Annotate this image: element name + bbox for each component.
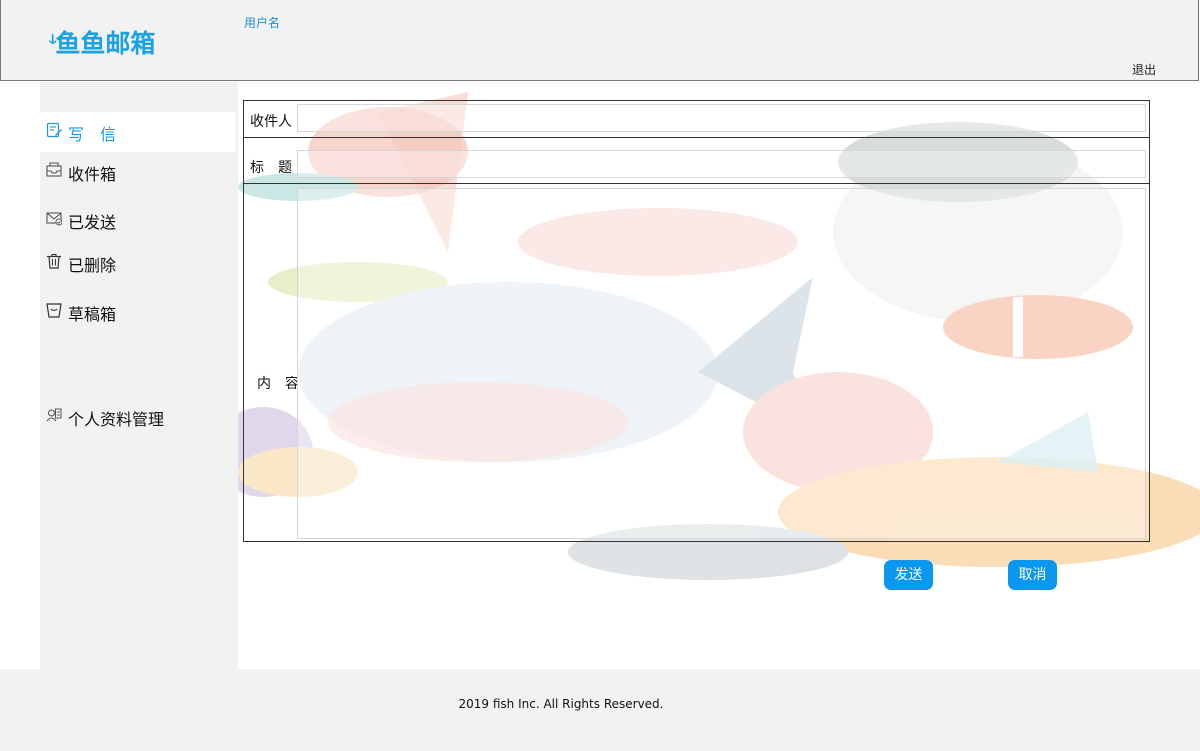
sidebar: 写 信 收件箱 已发送 已删除 草稿箱 个人资料管理 <box>40 82 238 669</box>
content-textarea[interactable] <box>297 188 1146 539</box>
sidebar-item-label: 已发送 <box>68 213 117 232</box>
recipient-label: 收件人 <box>250 114 292 130</box>
username-label: 用户名 <box>244 16 281 30</box>
inbox-envelope-icon <box>46 162 62 177</box>
sidebar-item-label: 收件箱 <box>68 165 117 184</box>
sidebar-item-label: 个人资料管理 <box>68 410 165 429</box>
draft-bin-icon <box>46 303 62 318</box>
sidebar-item-inbox[interactable]: 收件箱 <box>40 152 235 192</box>
page-footer: 2019 fish Inc. All Rights Reserved. <box>0 669 1200 751</box>
recipient-input[interactable] <box>297 104 1146 132</box>
logout-link[interactable]: 退出 <box>1132 61 1156 78</box>
content-label: 内 容 <box>257 376 299 392</box>
compose-form: 收件人 标 题 内 容 <box>243 100 1150 542</box>
form-divider <box>244 137 1149 138</box>
top-header: ↆ鱼鱼邮箱 用户名 退出 <box>0 0 1199 81</box>
app-logo[interactable]: ↆ鱼鱼邮箱 <box>49 24 155 60</box>
sidebar-item-label: 已删除 <box>68 256 117 275</box>
pencil-note-icon <box>46 122 62 138</box>
send-button[interactable]: 发送 <box>884 560 933 590</box>
trash-icon <box>47 253 61 269</box>
profile-card-icon <box>46 408 62 422</box>
sidebar-item-sent[interactable]: 已发送 <box>40 200 235 240</box>
sidebar-item-drafts[interactable]: 草稿箱 <box>40 292 235 332</box>
sidebar-item-deleted[interactable]: 已删除 <box>40 243 235 283</box>
sidebar-item-label: 草稿箱 <box>68 305 117 324</box>
subject-input[interactable] <box>297 150 1146 178</box>
sidebar-item-compose[interactable]: 写 信 <box>40 112 235 152</box>
sidebar-item-label: 写 信 <box>68 125 117 144</box>
subject-label: 标 题 <box>250 160 292 176</box>
cancel-button[interactable]: 取消 <box>1008 560 1057 590</box>
form-divider <box>244 183 1149 184</box>
sent-envelope-icon <box>46 212 62 226</box>
copyright-text: 2019 fish Inc. All Rights Reserved. <box>458 697 664 711</box>
logo-text: 鱼鱼邮箱 <box>55 29 156 58</box>
sidebar-item-profile[interactable]: 个人资料管理 <box>40 397 235 437</box>
